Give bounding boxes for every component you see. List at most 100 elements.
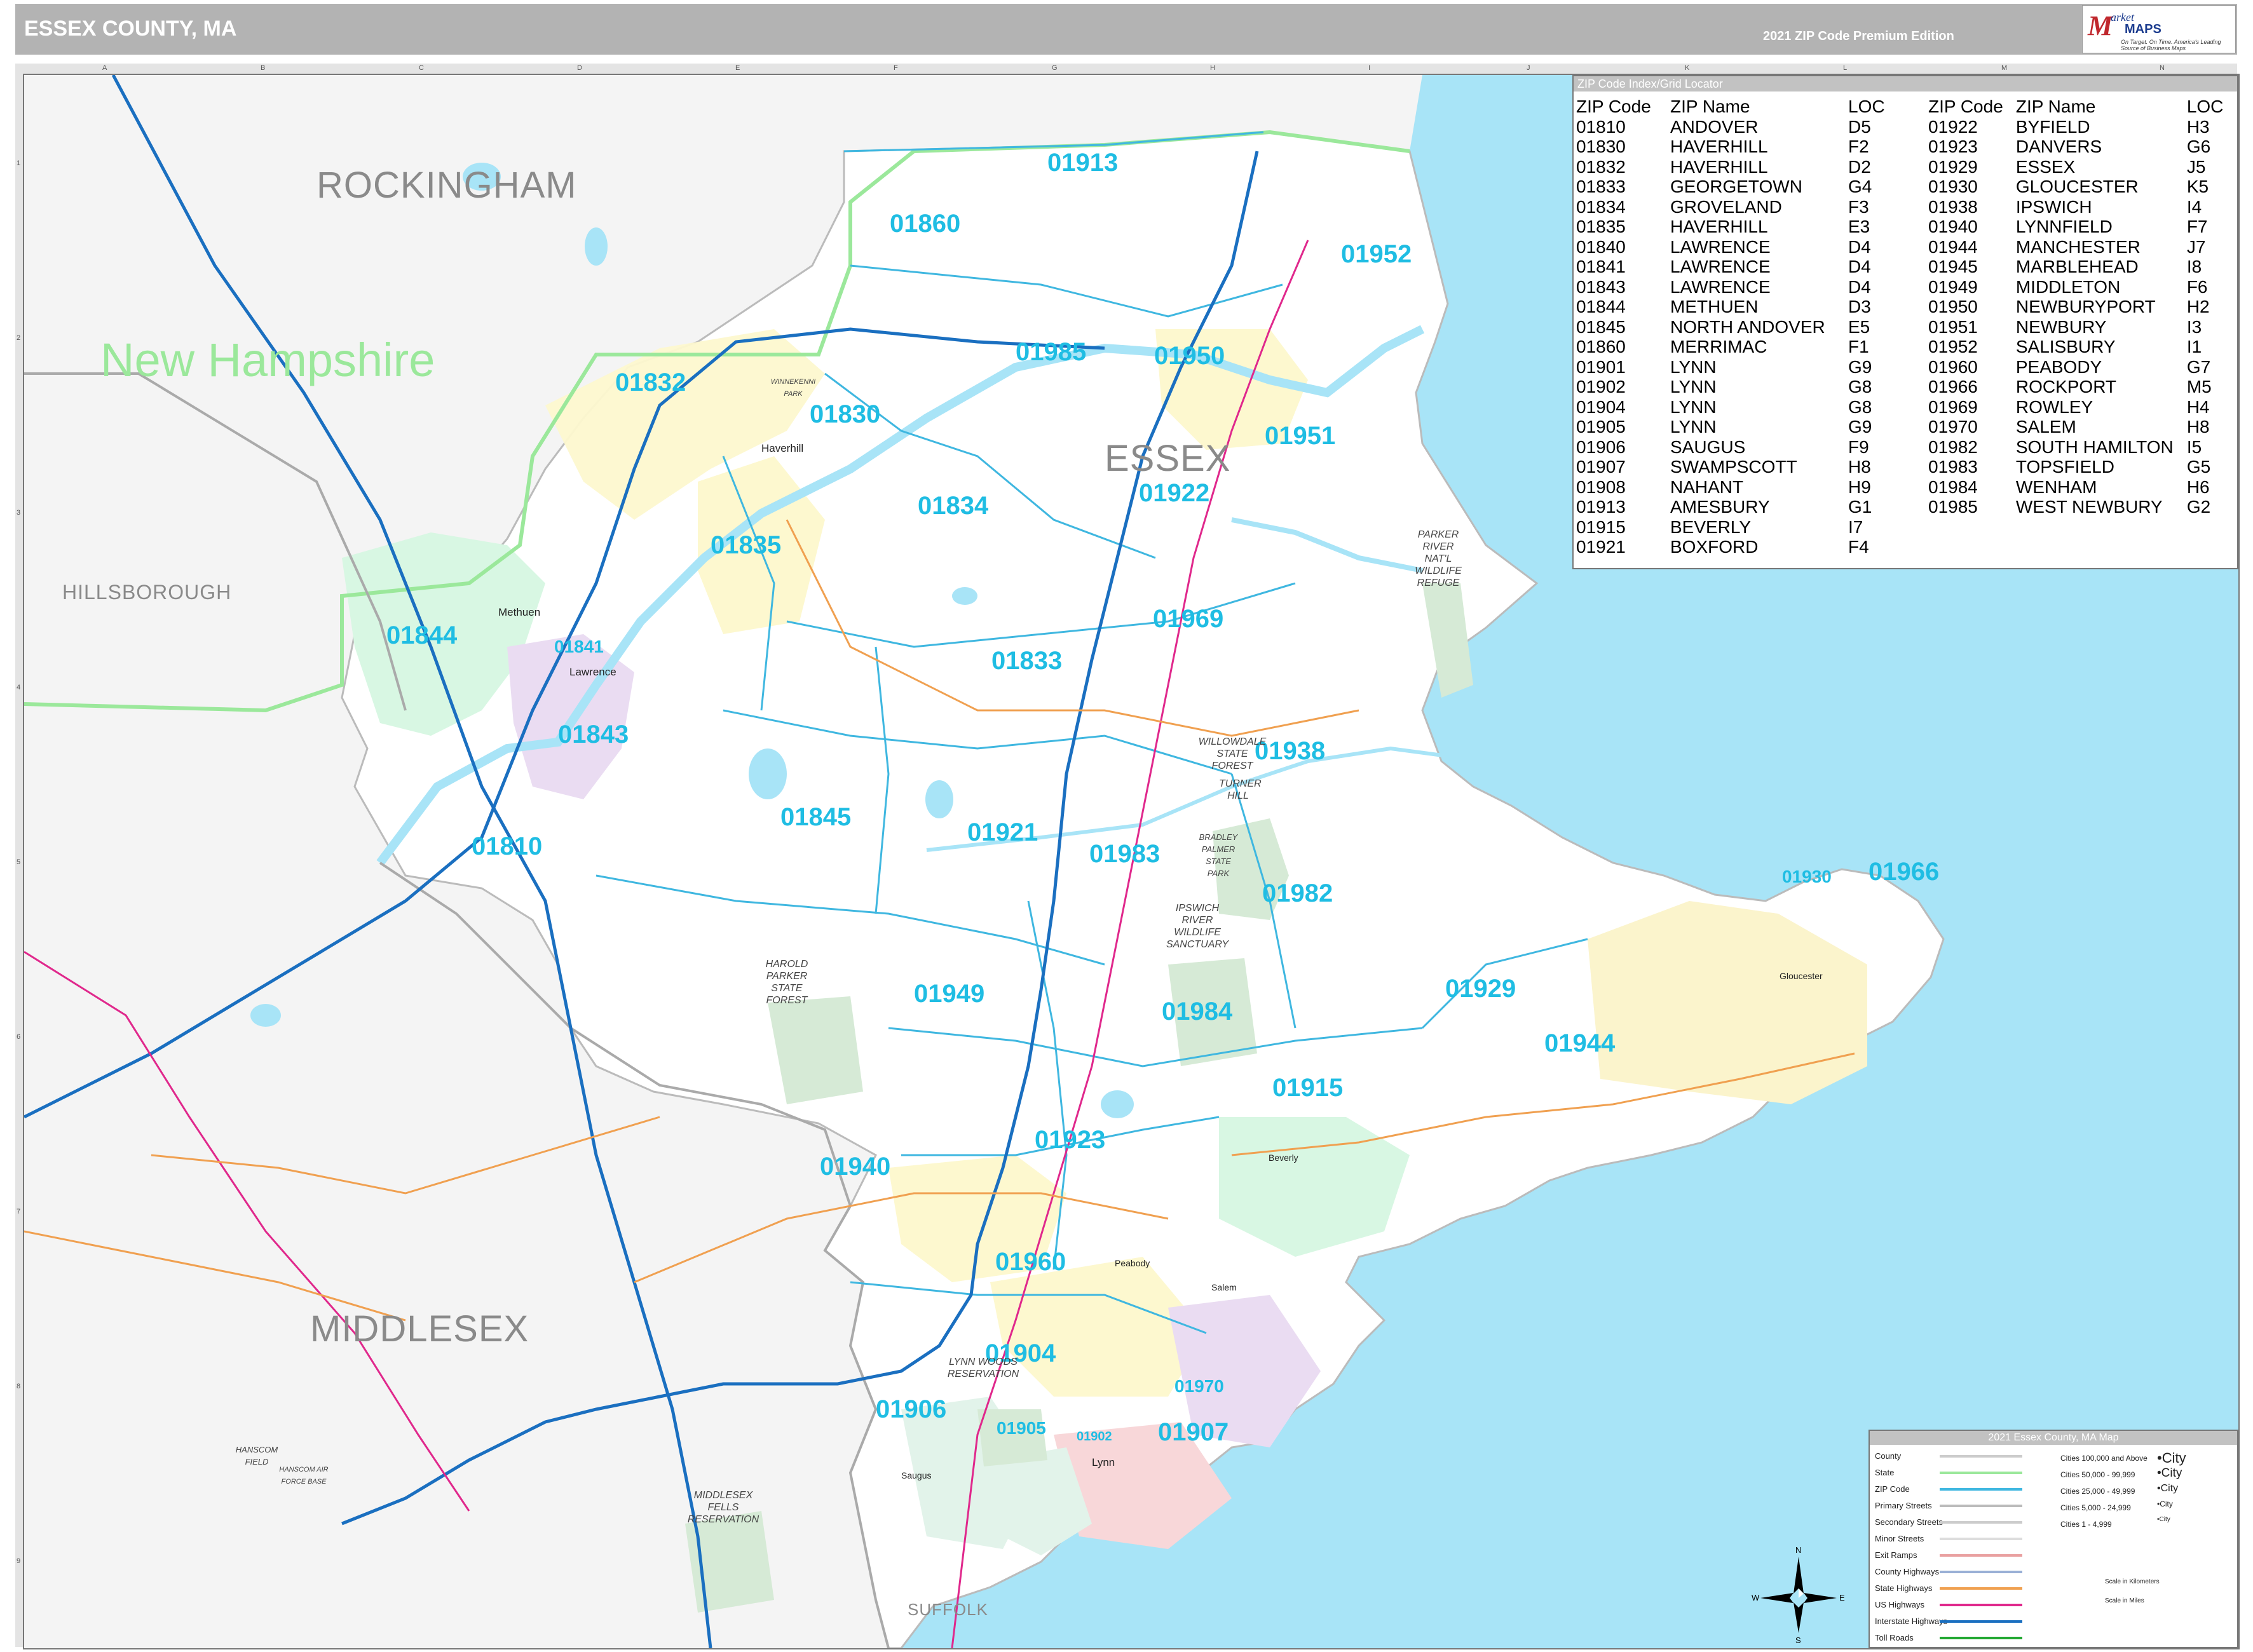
zip-index-cell: DANVERS: [2015, 137, 2102, 157]
grid-row-label: 4: [17, 684, 21, 691]
zip-index-cell: G7: [2186, 356, 2211, 377]
zip-index-cell: G4: [1848, 177, 1872, 197]
zip-label: 01915: [1272, 1074, 1344, 1102]
zip-label: 01902: [1077, 1430, 1112, 1444]
zip-index-cell: 01907: [1576, 457, 1626, 477]
zip-index-cell: LYNN: [1670, 377, 1717, 397]
zip-index-cell: 01921: [1576, 537, 1626, 557]
county-label-hillsborough: HILLSBOROUGH: [62, 581, 232, 604]
zip-index-cell: 01843: [1576, 276, 1626, 297]
legend-item-label: State Highways: [1875, 1583, 1933, 1593]
lake: [749, 748, 787, 799]
zip-index-cell: D4: [1848, 257, 1871, 277]
park-label: BRADLEY PALMER STATE PARK: [1199, 832, 1238, 878]
zip-index-row: 01902 LYNN G8: [1574, 377, 1908, 397]
map-legend: 2021 Essex County, MA Map County State ZIP…: [1868, 1430, 2238, 1648]
grid-column-label: K: [1685, 64, 1690, 72]
zip-index-cell: I1: [2186, 337, 2202, 357]
zip-label: 01969: [1153, 605, 1224, 633]
legend-item-label: County: [1875, 1451, 1902, 1461]
zip-index-cell: METHUEN: [1670, 297, 1759, 317]
legend-item-swatch: [1940, 1472, 2022, 1474]
grid-row-label: 6: [17, 1033, 21, 1041]
zip-index-row: 01983 TOPSFIELD G5: [1926, 457, 2237, 477]
zip-index-cell: GLOUCESTER: [2015, 177, 2139, 197]
zip-index-cell: I8: [2186, 257, 2202, 277]
zip-index-header-row: ZIP Code ZIP Name LOC: [1926, 97, 2237, 117]
zip-index-table-right: ZIP Code ZIP Name LOC 01922 BYFIELD H3 01923 DA…: [1926, 97, 2237, 517]
legend-item-swatch: [1940, 1587, 2022, 1590]
zip-label: 01907: [1158, 1418, 1229, 1446]
park-label: PARKER RIVER NAT'L WILDLIFE REFUGE: [1415, 529, 1462, 588]
zip-index-cell: H9: [1848, 477, 1871, 497]
zip-index-cell: 01840: [1576, 236, 1626, 257]
legend-city-sample: •City: [2157, 1516, 2170, 1523]
zip-index-cell: 01832: [1576, 156, 1626, 177]
zip-index-cell: LYNNFIELD: [2015, 217, 2113, 237]
zip-index-row: 01810 ANDOVER D5: [1574, 117, 1908, 137]
zip-index-row: 01830 HAVERHILL F2: [1574, 137, 1908, 157]
zip-index-cell: 01835: [1576, 217, 1626, 237]
park-label: HAROLD PARKER STATE FOREST: [765, 959, 808, 1006]
zip-index-cell: 01833: [1576, 177, 1626, 197]
zip-index-cell: F2: [1848, 137, 1869, 157]
zip-label: 01984: [1162, 998, 1233, 1026]
legend-city-sample: •City: [2157, 1500, 2173, 1508]
grid-column-label: N: [2160, 64, 2165, 72]
zip-index-cell: HAVERHILL: [1670, 217, 1768, 237]
grid-column-label: C: [419, 64, 424, 72]
legend-city-sample: •City: [2157, 1466, 2182, 1480]
zip-index-cell: D3: [1848, 297, 1871, 317]
zip-index-row: 01845 NORTH ANDOVER E5: [1574, 317, 1908, 337]
zip-index-cell: MERRIMAC: [1670, 337, 1767, 357]
zip-index-row: 01966 ROCKPORT M5: [1926, 377, 2237, 397]
zip-label: 01982: [1262, 879, 1333, 907]
compass-s: S: [1795, 1635, 1801, 1645]
zip-index-row: 01921 BOXFORD F4: [1574, 537, 1908, 557]
zip-index-cell: ANDOVER: [1670, 116, 1759, 137]
zip-index-cell: BYFIELD: [2015, 116, 2090, 137]
legend-item-swatch: [1940, 1637, 2022, 1639]
city-label: Peabody: [1115, 1258, 1150, 1268]
zip-index-cell: 01938: [1928, 196, 1978, 217]
legend-item-swatch: [1940, 1604, 2022, 1606]
city-label: Salem: [1211, 1282, 1237, 1292]
zip-label: 01940: [820, 1153, 891, 1181]
zip-index-cell: H6: [2186, 477, 2210, 497]
park-label: TURNER HILL: [1219, 778, 1262, 801]
legend-item-label: US Highways: [1875, 1600, 1925, 1609]
zip-index-cell: ESSEX: [2015, 156, 2076, 177]
zip-index-row: 01832 HAVERHILL D2: [1574, 157, 1908, 177]
zip-index-cell: F9: [1848, 437, 1869, 457]
zip-index-panel: ZIP Code Index/Grid Locator ZIP Code ZIP …: [1572, 75, 2238, 569]
zip-index-row: 01929 ESSEX J5: [1926, 157, 2237, 177]
zip-label: 01952: [1341, 240, 1412, 268]
zip-index-cell: LAWRENCE: [1670, 276, 1771, 297]
zip-label: 01841: [554, 637, 604, 656]
zip-label: 01830: [810, 400, 881, 428]
park-label: MIDDLESEX FELLS RESERVATION: [687, 1490, 759, 1525]
logo-maps: MAPS: [2125, 22, 2161, 36]
zip-index-column-header: ZIP Code: [1928, 97, 2003, 117]
city-label: Methuen: [498, 606, 541, 618]
grid-row-label: 1: [17, 159, 21, 167]
legend-item-label: ZIP Code: [1875, 1484, 1910, 1494]
legend-city-class: Cities 25,000 - 49,999: [2060, 1487, 2135, 1496]
zip-index-cell: 01951: [1928, 316, 1978, 337]
zip-index-row: 01906 SAUGUS F9: [1574, 437, 1908, 457]
legend-city-class: Cities 1 - 4,999: [2060, 1520, 2112, 1529]
zip-index-cell: 01913: [1576, 497, 1626, 517]
county-label-rockingham: ROCKINGHAM: [317, 165, 577, 206]
zip-index-cell: SALISBURY: [2015, 337, 2116, 357]
zip-index-cell: LYNN: [1670, 356, 1717, 377]
legend-item-label: Primary Streets: [1875, 1501, 1932, 1510]
zip-index-row: 01940 LYNNFIELD F7: [1926, 217, 2237, 237]
grid-column-label: L: [1843, 64, 1848, 72]
grid-column-label: A: [102, 64, 107, 72]
grid-column-label: F: [894, 64, 898, 72]
zip-label: 01985: [1016, 338, 1087, 366]
zip-index-cell: 01902: [1576, 377, 1626, 397]
zip-index-cell: NAHANT: [1670, 477, 1744, 497]
zip-label: 01843: [558, 721, 629, 748]
grid-column-label: I: [1368, 64, 1371, 72]
